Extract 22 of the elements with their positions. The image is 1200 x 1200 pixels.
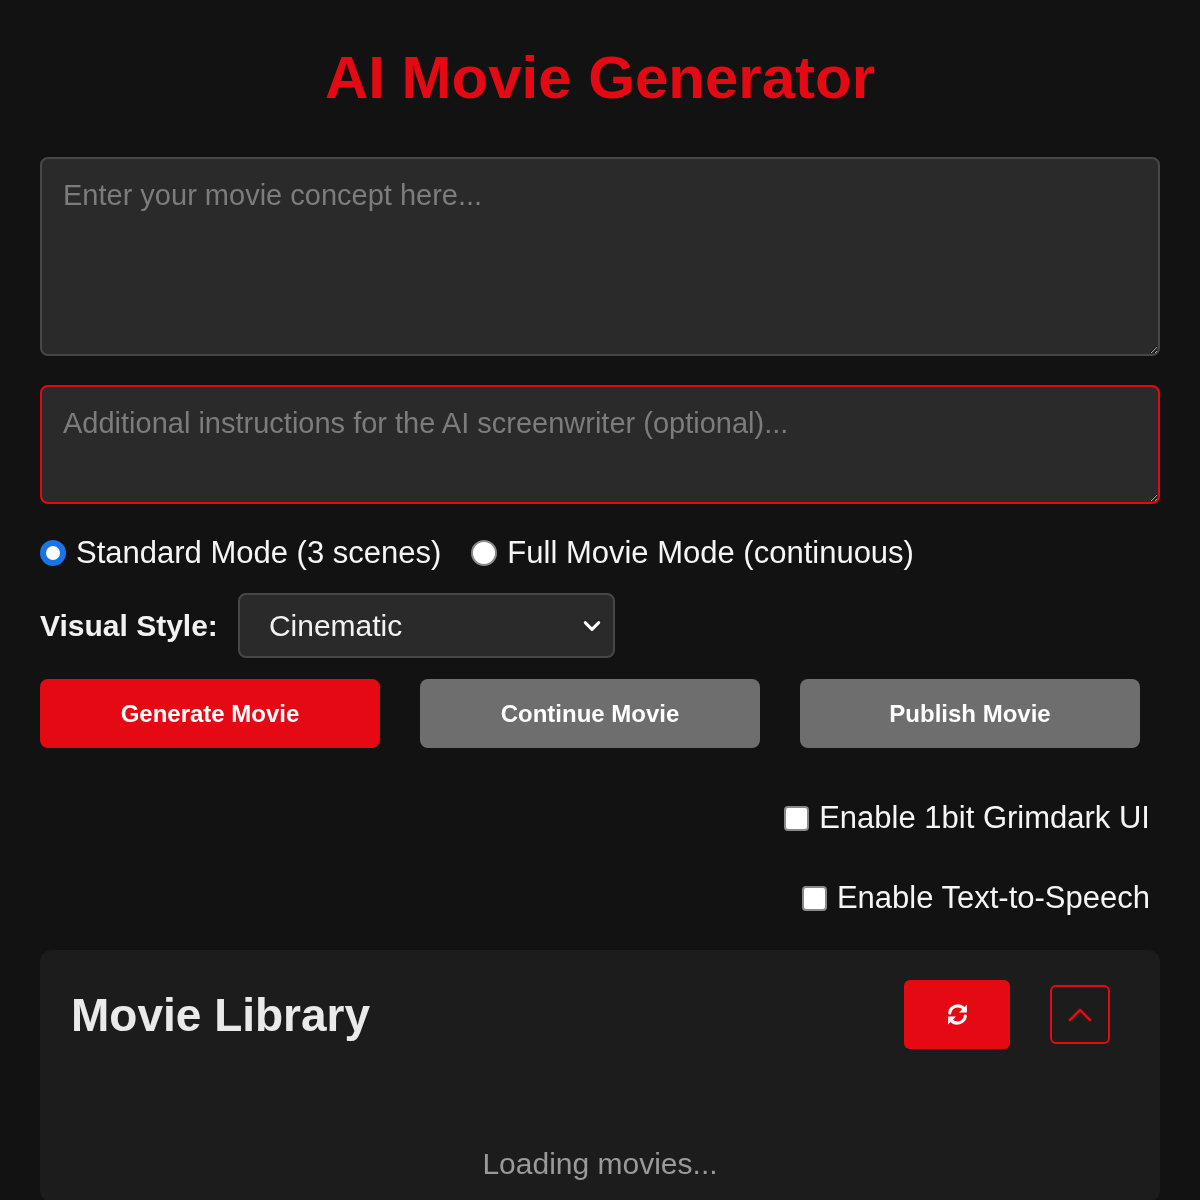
instructions-input-field[interactable]: Additional instructions for the AI screenwriter (optional)...: [40, 385, 1160, 504]
checkbox-label[interactable]: Enable 1bit Grimdark UI: [819, 800, 1150, 836]
concept-input-field[interactable]: Enter your movie concept here...: [40, 157, 1160, 356]
action-button[interactable]: Publish Movie: [800, 679, 1140, 748]
page-title: AI Movie Generator: [324, 44, 876, 112]
visual-style-select[interactable]: Cinematic: [237, 593, 615, 658]
visual-style-label: Visual Style:: [40, 608, 218, 643]
radio-label[interactable]: Standard Mode (3 scenes): [76, 535, 442, 571]
refresh-button[interactable]: [904, 980, 1010, 1049]
radio-label[interactable]: Full Movie Mode (continuous): [507, 535, 914, 571]
checkbox-label[interactable]: Enable Text-to-Speech: [836, 880, 1150, 916]
action-button[interactable]: Generate Movie: [40, 679, 380, 748]
radio-button[interactable]: [40, 540, 66, 566]
chevron-up-icon: [1068, 1007, 1092, 1022]
collapse-toggle-button[interactable]: [1050, 985, 1110, 1044]
library-title: Movie Library: [71, 987, 371, 1042]
loading-status-text: Loading movies...: [481, 1147, 719, 1181]
action-button[interactable]: Continue Movie: [420, 679, 760, 748]
chevron-down-icon: [582, 619, 601, 632]
checkbox[interactable]: [784, 805, 810, 831]
radio-button[interactable]: [471, 540, 498, 566]
checkbox[interactable]: [801, 885, 827, 911]
